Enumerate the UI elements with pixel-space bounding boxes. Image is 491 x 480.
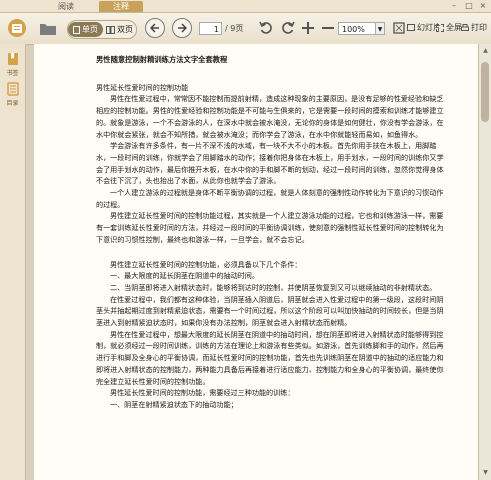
- toolbar: 单页 双页 1 / 9页 100% ▼ 幻灯片 全屏 打印: [0, 13, 491, 45]
- bookmark-icon: [7, 53, 18, 65]
- arrow-left-icon: [150, 23, 159, 33]
- open-folder-icon[interactable]: [38, 19, 58, 37]
- paragraph: 一个人建立游泳的过程就是身体不断平衡协调的过程，就是人体刻意的强制性动作转化为下…: [96, 188, 444, 209]
- page-number-input[interactable]: 1: [199, 22, 222, 35]
- tab-read[interactable]: 阅读: [44, 1, 88, 12]
- paragraph: 男性在性爱过程中，常常因不能控制而提前射精，造成这种现象的主要原因，是没有足够的…: [96, 94, 444, 139]
- next-page-button[interactable]: [172, 18, 192, 38]
- fit-page-icon[interactable]: [392, 21, 406, 35]
- sidebar-item-bookmarks[interactable]: 书签: [2, 52, 23, 77]
- fullscreen-icon: [436, 23, 444, 32]
- single-page-label: 单页: [82, 25, 98, 34]
- sidebar-item-label: 目录: [6, 100, 19, 107]
- maximize-button[interactable]: □: [463, 1, 475, 11]
- arrow-right-icon: [178, 23, 187, 33]
- paragraph: 在性爱过程中，我们都有这种体验，当阴茎插入阴道后，阴茎就会进入性爱过程中的第一级…: [96, 294, 444, 328]
- document-title: 男性随意控制射精训练方法文字全套教程: [96, 55, 228, 64]
- page-total: / 9页: [225, 24, 244, 33]
- paragraph: 男性建立延长性爱时间的控制功能，必须具备以下几个条件：: [110, 259, 302, 269]
- close-button[interactable]: ×: [477, 1, 489, 11]
- vertical-scrollbar[interactable]: ▲ ▼: [478, 44, 491, 480]
- page-mode-switch: 单页 双页: [67, 20, 137, 39]
- rotate-right-icon[interactable]: [280, 20, 296, 36]
- double-page-icon: [106, 25, 115, 34]
- double-page-button[interactable]: 双页: [103, 24, 136, 35]
- section-heading: 男性延长性爱时间的控制功能: [96, 82, 189, 92]
- scroll-thumb[interactable]: [481, 62, 489, 122]
- paragraph: 一、阴茎在射精紧迫状态下的抽动功能；: [110, 399, 238, 409]
- single-page-icon: [73, 25, 80, 34]
- paragraph: 男性在性爱过程中，想最大限度的延长阴茎在阴道中的抽动时间，想在阴茎即将进入射精状…: [96, 329, 444, 386]
- zoom-in-icon[interactable]: [300, 20, 316, 36]
- paragraph: 男性建立延长性爱时间的控制功能过程，其实就是一个人建立游泳功能的过程，它也和训练…: [96, 211, 444, 244]
- paragraph: 学会游泳有许多条件，有一片不深不浅的水域，有一块不大不小的木板。首先你用手扶在木…: [96, 141, 444, 186]
- paragraph: 一、最大限度的延长阴茎在阴道中的抽动时间。: [110, 271, 259, 281]
- tab-annotate[interactable]: 注释: [99, 1, 143, 12]
- print-button[interactable]: 打印: [461, 22, 487, 33]
- paragraph: 二、当阴茎即将进入射精状态时，能够将到达时的控制，并使阴茎恢复到又可以继续抽动的…: [110, 282, 437, 292]
- document-content: 男性随意控制射精训练方法文字全套教程 男性延长性爱时间的控制功能男性在性爱过程中…: [96, 54, 446, 411]
- chevron-down-icon[interactable]: ▼: [376, 22, 385, 35]
- prev-page-button[interactable]: [145, 18, 165, 38]
- scroll-down-icon[interactable]: ▼: [481, 469, 490, 477]
- app-logo-icon: [6, 17, 28, 39]
- sidebar-item-label: 书签: [6, 70, 19, 77]
- zoom-select[interactable]: 100%: [338, 22, 376, 35]
- sidebar-item-contents[interactable]: 目录: [2, 82, 23, 107]
- paragraph: 男性延长性爱时间的控制功能，需要经过三种功能的训练：: [110, 388, 295, 398]
- single-page-button[interactable]: 单页: [68, 22, 103, 37]
- document-page: 男性随意控制射精训练方法文字全套教程 男性延长性爱时间的控制功能男性在性爱过程中…: [34, 44, 478, 480]
- print-icon: [461, 23, 469, 31]
- zoom-out-icon[interactable]: [320, 20, 336, 36]
- title-bar: 阅读 注释 – □ ×: [0, 0, 491, 13]
- slideshow-icon: [407, 23, 415, 31]
- double-page-label: 双页: [117, 25, 133, 34]
- fullscreen-button[interactable]: 全屏: [436, 22, 462, 33]
- contents-icon: [6, 82, 19, 96]
- rotate-left-icon[interactable]: [258, 20, 274, 36]
- print-label: 打印: [471, 23, 487, 32]
- minimize-button[interactable]: –: [448, 1, 460, 11]
- sidebar: 书签 目录: [0, 44, 26, 480]
- scroll-up-icon[interactable]: ▲: [481, 47, 490, 55]
- fullscreen-label: 全屏: [446, 23, 462, 32]
